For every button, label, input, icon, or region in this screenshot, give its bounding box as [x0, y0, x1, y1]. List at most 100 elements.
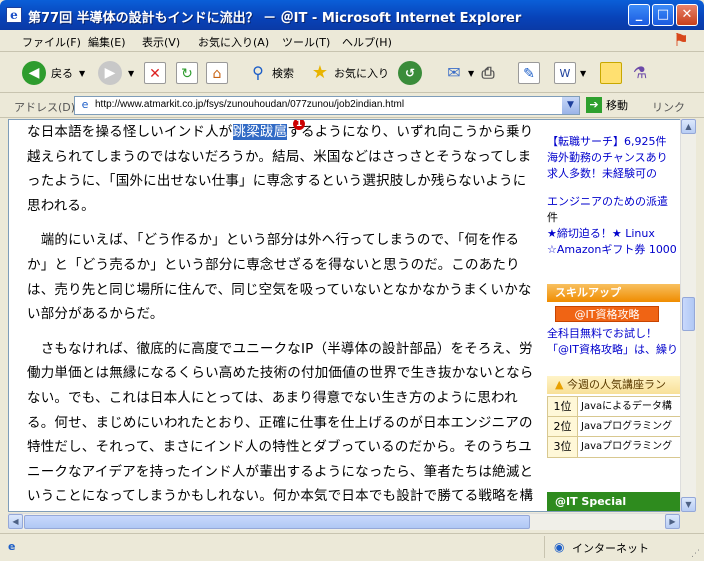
paragraph-3: さもなければ、徹底的に高度でユニークなIP（半導体の設計部品）をそろえ、労働力単…	[27, 337, 537, 511]
ranking-header: ▲ 今週の人気講座ラン	[547, 376, 687, 394]
address-dropdown-icon[interactable]: ▼	[562, 97, 579, 114]
ad-dispatch-line-3[interactable]: ★締切迫る！★ Linux	[547, 226, 655, 242]
menu-edit[interactable]: 編集(E)	[88, 34, 126, 50]
ranking-row[interactable]: 3位 Javaプログラミング	[548, 437, 686, 457]
note-icon	[600, 62, 622, 84]
go-button[interactable]: ➔ 移動	[586, 97, 628, 113]
paragraph-1-start: な日本語を操る怪しいインド人が	[27, 124, 233, 140]
favorites-label: お気に入り	[334, 67, 389, 80]
scroll-left-icon[interactable]: ◀	[8, 514, 23, 529]
ranking-row[interactable]: 1位 Javaによるデータ構	[548, 397, 686, 417]
word-dropdown-icon[interactable]: ▼	[580, 69, 586, 78]
menu-favorites[interactable]: お気に入り(A)	[198, 34, 269, 50]
horizontal-scrollbar[interactable]: ◀ ▶	[8, 513, 680, 530]
ranking-rank: 3位	[548, 437, 578, 457]
page-content: な日本語を操る怪しいインド人が跳梁跋扈するようになり、いずれ向こうから乗り越えら…	[8, 119, 696, 512]
vertical-scrollbar[interactable]: ▲ ▼	[680, 119, 696, 512]
sidebar: 【転職サーチ】6,925件 海外勤務のチャンスあり 求人多数！未経験可の エンジ…	[547, 120, 687, 511]
ad-job-line-2[interactable]: 海外勤務のチャンスあり	[547, 150, 668, 166]
paragraph-2: 端的にいえば、「どう作るか」という部分は外へ行ってしまうので、「何を作るか」と「…	[27, 232, 532, 323]
title-bar[interactable]: e 第77回 半導体の設計もインドに流出？ － ＠IT - Microsoft …	[0, 0, 704, 30]
star-icon: ★	[311, 62, 329, 83]
ranking-title: Javaプログラミング	[581, 421, 673, 432]
globe-icon: ◉	[554, 540, 565, 554]
menu-file[interactable]: ファイル(F)	[22, 34, 81, 50]
vertical-scroll-thumb[interactable]	[682, 297, 695, 331]
back-arrow-icon: ◀	[22, 61, 46, 85]
notes-button[interactable]	[600, 59, 622, 87]
back-label: 戻る	[51, 67, 73, 80]
ranking-rank: 1位	[548, 397, 578, 416]
search-button[interactable]: ⚲ 検索	[246, 59, 294, 87]
skillup-line-2[interactable]: 「@IT資格攻略」は、繰り	[547, 342, 678, 358]
address-bar: アドレス(D) e http://www.atmarkit.co.jp/fsys…	[0, 94, 704, 118]
edit-page-icon: ✎	[518, 62, 540, 84]
research-button[interactable]: ⚗	[628, 59, 652, 87]
mail-dropdown-icon[interactable]: ▼	[468, 69, 474, 78]
ranking-title: Javaプログラミング	[581, 441, 673, 452]
history-icon: ↺	[398, 61, 422, 85]
ad-dispatch-line-4[interactable]: ☆Amazonギフト券 1000	[547, 242, 677, 258]
ranking-table: 1位 Javaによるデータ構 2位 Javaプログラミング 3位 Javaプログ…	[547, 396, 687, 458]
toolbar: ◀ 戻る ▼ ▶ ▼ ✕ ↻ ⌂ ⚲ 検索 ★ お気に入り ↺ ✉ ▼ ⎙ ✎ …	[0, 53, 704, 93]
skillup-line-1[interactable]: 全科目無料でお試し！	[547, 326, 657, 342]
word-icon: W	[554, 62, 576, 84]
mail-button[interactable]: ✉ ▼	[442, 59, 474, 87]
article-body: な日本語を操る怪しいインド人が跳梁跋扈するようになり、いずれ向こうから乗り越えら…	[27, 120, 537, 511]
print-icon: ⎙	[481, 63, 495, 82]
ie-logo-icon: e	[6, 7, 22, 23]
back-dropdown-icon[interactable]: ▼	[79, 69, 85, 78]
refresh-icon: ↻	[176, 62, 198, 84]
special-header[interactable]: @IT Special	[547, 492, 687, 511]
page-icon: e	[81, 98, 89, 111]
word-button[interactable]: W ▼	[554, 59, 586, 87]
mail-icon: ✉	[447, 63, 461, 82]
scroll-down-icon[interactable]: ▼	[681, 497, 696, 512]
forward-arrow-icon: ▶	[98, 61, 122, 85]
horizontal-scroll-thumb[interactable]	[24, 515, 530, 529]
menu-tools[interactable]: ツール(T)	[282, 34, 330, 50]
go-arrow-icon: ➔	[586, 97, 602, 113]
forward-dropdown-icon[interactable]: ▼	[128, 69, 134, 78]
favorites-button[interactable]: ★ お気に入り	[308, 59, 389, 87]
home-icon: ⌂	[206, 62, 228, 84]
ad-dispatch-line-1[interactable]: エンジニアのための派遣	[547, 194, 668, 210]
stop-button[interactable]: ✕	[144, 59, 166, 87]
print-button[interactable]: ⎙	[476, 59, 500, 87]
menu-bar: ファイル(F) 編集(E) 表示(V) お気に入り(A) ツール(T) ヘルプ(…	[0, 30, 704, 52]
address-url[interactable]: http://www.atmarkit.co.jp/fsys/zunouhoud…	[95, 99, 404, 110]
paragraph-3-text: さもなければ、徹底的に高度でユニークなIP（半導体の設計部品）をそろえ、労働力単…	[27, 340, 534, 505]
menu-help[interactable]: ヘルプ(H)	[342, 34, 392, 50]
back-button[interactable]: ◀ 戻る ▼	[22, 59, 85, 87]
links-label[interactable]: リンク	[652, 99, 685, 115]
home-button[interactable]: ⌂	[206, 59, 228, 87]
edit-button[interactable]: ✎	[518, 59, 540, 87]
ranking-row[interactable]: 2位 Javaプログラミング	[548, 417, 686, 437]
search-label: 検索	[272, 67, 294, 80]
scroll-up-icon[interactable]: ▲	[681, 119, 696, 134]
close-button[interactable]: ✕	[676, 4, 698, 26]
ranking-header-label: 今週の人気講座ラン	[566, 378, 666, 391]
address-label: アドレス(D)	[14, 101, 76, 114]
paragraph-1: な日本語を操る怪しいインド人が跳梁跋扈するようになり、いずれ向こうから乗り越えら…	[27, 120, 537, 218]
ad-job-search-title[interactable]: 【転職サーチ】6,925件	[547, 134, 667, 150]
ad-dispatch-line-2: 件	[547, 211, 558, 224]
menu-view[interactable]: 表示(V)	[142, 34, 180, 50]
refresh-button[interactable]: ↻	[176, 59, 198, 87]
scroll-right-icon[interactable]: ▶	[665, 514, 680, 529]
research-icon: ⚗	[632, 63, 648, 82]
ad-job-line-3[interactable]: 求人多数！未経験可の	[547, 166, 657, 182]
forward-button[interactable]: ▶ ▼	[98, 59, 134, 87]
windows-logo-icon: ⚑	[672, 30, 690, 51]
security-zone: インターネット	[572, 542, 649, 555]
selected-word[interactable]: 跳梁跋扈	[232, 124, 288, 140]
minimize-button[interactable]: _	[628, 4, 650, 26]
resize-grip-icon[interactable]: ⋰	[691, 549, 700, 559]
page-status-icon: e	[8, 540, 16, 553]
address-input[interactable]: e http://www.atmarkit.co.jp/fsys/zunouho…	[74, 96, 580, 115]
ranking-rank: 2位	[548, 417, 578, 436]
ranking-trophy-icon: ▲	[555, 378, 564, 391]
history-button[interactable]: ↺	[398, 59, 422, 87]
skillup-button[interactable]: @IT資格攻略	[555, 306, 659, 322]
maximize-button[interactable]: □	[652, 4, 674, 26]
